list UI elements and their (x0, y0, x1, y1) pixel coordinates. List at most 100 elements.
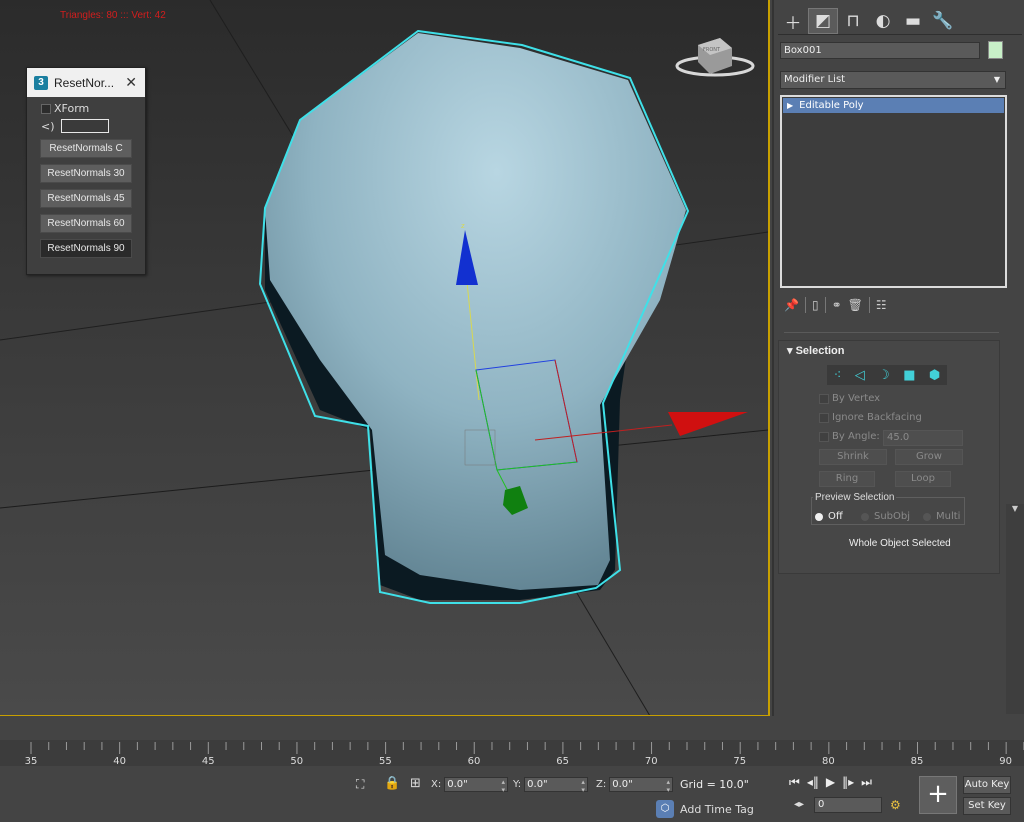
z-coordinate-field[interactable]: 0.0" (609, 777, 674, 794)
utilities-icon[interactable]: 🔧 (928, 8, 958, 34)
ruler-label: 35 (25, 756, 38, 767)
dialog-titlebar[interactable]: 3 ResetNor... ✕ (27, 68, 145, 97)
polygon-icon[interactable]: ■ (903, 368, 915, 383)
show-end-result-icon[interactable]: ▯ (812, 298, 819, 312)
by-angle-checkbox[interactable]: By Angle: (819, 431, 880, 442)
create-icon[interactable]: ＋ (778, 8, 808, 34)
y-coordinate: Y: 0.0" (513, 777, 589, 794)
motion-icon[interactable]: ◐ (868, 8, 898, 34)
preview-selection-label: Preview Selection (813, 492, 897, 503)
preview-subobj-radio[interactable]: SubObj (861, 511, 910, 522)
play-icon[interactable]: ▶ (826, 775, 835, 793)
remove-modifier-icon[interactable]: 🗑 (848, 298, 863, 312)
time-config-icon[interactable]: ◂▸ (794, 799, 804, 810)
go-to-start-icon[interactable]: ⏮ (789, 775, 800, 793)
add-time-tag-button[interactable]: ⬡ Add Time Tag (656, 800, 754, 818)
modify-icon[interactable]: ◩ (808, 8, 838, 34)
x-axis-arrow[interactable] (668, 412, 748, 436)
command-panel: ＋ ◩ ⊓ ◐ ▬ 🔧 Box001 Modifier List ▼ ▶ Edi… (772, 0, 1024, 716)
vertex-icon[interactable]: ⁖ (834, 368, 842, 383)
ruler-label: 75 (733, 756, 746, 767)
y-coordinate-field[interactable]: 0.0" (524, 777, 589, 794)
divider (784, 332, 999, 333)
viewport-statistics: Triangles: 80 ::: Vert: 42 (60, 10, 166, 21)
reset-normals-60-button[interactable]: ResetNormals 60 (40, 214, 132, 233)
selection-lock-toggle-icon[interactable]: ⛶ (356, 777, 364, 792)
reset-normals-90-button[interactable]: ResetNormals 90 (40, 239, 132, 258)
modifier-stack[interactable]: ▶ Editable Poly (780, 95, 1007, 288)
go-to-end-icon[interactable]: ⏭ (861, 775, 872, 793)
element-icon[interactable]: ⬢ (929, 368, 940, 383)
by-vertex-checkbox[interactable]: By Vertex (819, 393, 880, 404)
reset-normals-c-button[interactable]: ResetNormals C (40, 139, 132, 158)
grid-size-label: Grid = 10.0" (680, 778, 749, 791)
ring-button[interactable]: Ring (819, 471, 875, 487)
object-color-swatch[interactable] (988, 41, 1003, 59)
hierarchy-icon[interactable]: ⊓ (838, 8, 868, 34)
xform-checkbox[interactable]: XForm (41, 102, 145, 115)
divider (778, 34, 1022, 35)
stack-item-editable-poly[interactable]: ▶ Editable Poly (783, 98, 1004, 113)
chevron-down-icon: ▼ (993, 75, 1000, 84)
edge-icon[interactable]: ◁ (855, 368, 865, 383)
auto-key-button[interactable]: Auto Key (963, 776, 1011, 794)
time-tag-icon: ⬡ (656, 800, 674, 818)
model-body[interactable] (265, 33, 686, 590)
modifier-list-label: Modifier List (784, 74, 846, 85)
preview-off-radio[interactable]: Off (815, 511, 843, 522)
x-coordinate: X: 0.0" (431, 777, 509, 794)
reset-normals-30-button[interactable]: ResetNormals 30 (40, 164, 132, 183)
rollout-header[interactable]: ▾ Selection (779, 341, 999, 361)
frame-ruler[interactable]: 35 40 45 50 55 60 65 70 75 80 85 90 (0, 740, 1024, 768)
modifier-list-dropdown[interactable]: Modifier List ▼ (780, 71, 1006, 89)
stack-item-label: Editable Poly (799, 100, 864, 111)
panel-scrollbar[interactable]: ▼ (1006, 504, 1024, 714)
absolute-mode-icon[interactable]: ⊞ (410, 776, 421, 791)
make-unique-icon[interactable]: ⚭ (832, 298, 842, 312)
loop-button[interactable]: Loop (895, 471, 951, 487)
configure-sets-icon[interactable]: ☷ (876, 298, 887, 312)
expand-triangle-icon[interactable]: ▶ (787, 98, 793, 113)
pin-stack-icon[interactable]: 📌 (784, 298, 799, 312)
ignore-backfacing-checkbox[interactable]: Ignore Backfacing (819, 412, 922, 423)
preview-multi-radio[interactable]: Multi (923, 511, 960, 522)
selection-status: Whole Object Selected (849, 538, 951, 549)
command-panel-tabs: ＋ ◩ ⊓ ◐ ▬ 🔧 (778, 8, 1014, 36)
selection-rollout: ▾ Selection ⁖ ◁ ☽ ■ ⬢ By Vertex Ignore B… (778, 340, 1000, 574)
spinner-label: <) (41, 119, 55, 133)
angle-spinner[interactable]: <) (41, 119, 145, 133)
ruler-label: 70 (645, 756, 658, 767)
object-name-field[interactable]: Box001 (780, 42, 980, 59)
ruler-label: 65 (556, 756, 569, 767)
reset-normals-dialog[interactable]: 3 ResetNor... ✕ XForm <) ResetNormals C … (26, 67, 146, 275)
ruler-label: 50 (290, 756, 303, 767)
angle-spinner[interactable]: 45.0 (883, 430, 963, 446)
key-filter-icon[interactable]: ⚙ (890, 798, 901, 812)
border-icon[interactable]: ☽ (878, 368, 890, 383)
lock-icon[interactable]: 🔒 (384, 776, 400, 791)
viewcube-label: FRONT (703, 47, 721, 53)
grow-button[interactable]: Grow (895, 449, 963, 465)
set-key-button[interactable]: Set Key (963, 797, 1011, 815)
ruler-label: 40 (113, 756, 126, 767)
next-frame-icon[interactable]: ‖▸ (842, 775, 854, 793)
display-icon[interactable]: ▬ (898, 8, 928, 34)
z-coordinate: Z: 0.0" (596, 777, 674, 794)
xform-label: XForm (54, 102, 90, 115)
app-logo-icon: 3 (34, 75, 48, 90)
subobject-level-toolbar: ⁖ ◁ ☽ ■ ⬢ (827, 365, 947, 385)
x-coordinate-field[interactable]: 0.0" (444, 777, 509, 794)
ruler-label: 85 (911, 756, 924, 767)
dialog-title: ResetNor... (54, 75, 115, 90)
ruler-label: 90 (999, 756, 1012, 767)
previous-frame-icon[interactable]: ◂‖ (807, 775, 819, 793)
close-icon[interactable]: ✕ (125, 74, 137, 91)
reset-normals-45-button[interactable]: ResetNormals 45 (40, 189, 132, 208)
set-key-mode-button[interactable]: + (919, 776, 957, 814)
shrink-button[interactable]: Shrink (819, 449, 887, 465)
checkbox-box[interactable] (41, 103, 51, 114)
current-frame-field[interactable]: 0 (814, 797, 882, 813)
ruler-label: 60 (468, 756, 481, 767)
playback-controls: ⏮ ◂‖ ▶ ‖▸ ⏭ (789, 775, 909, 793)
spinner-field[interactable] (60, 119, 109, 133)
